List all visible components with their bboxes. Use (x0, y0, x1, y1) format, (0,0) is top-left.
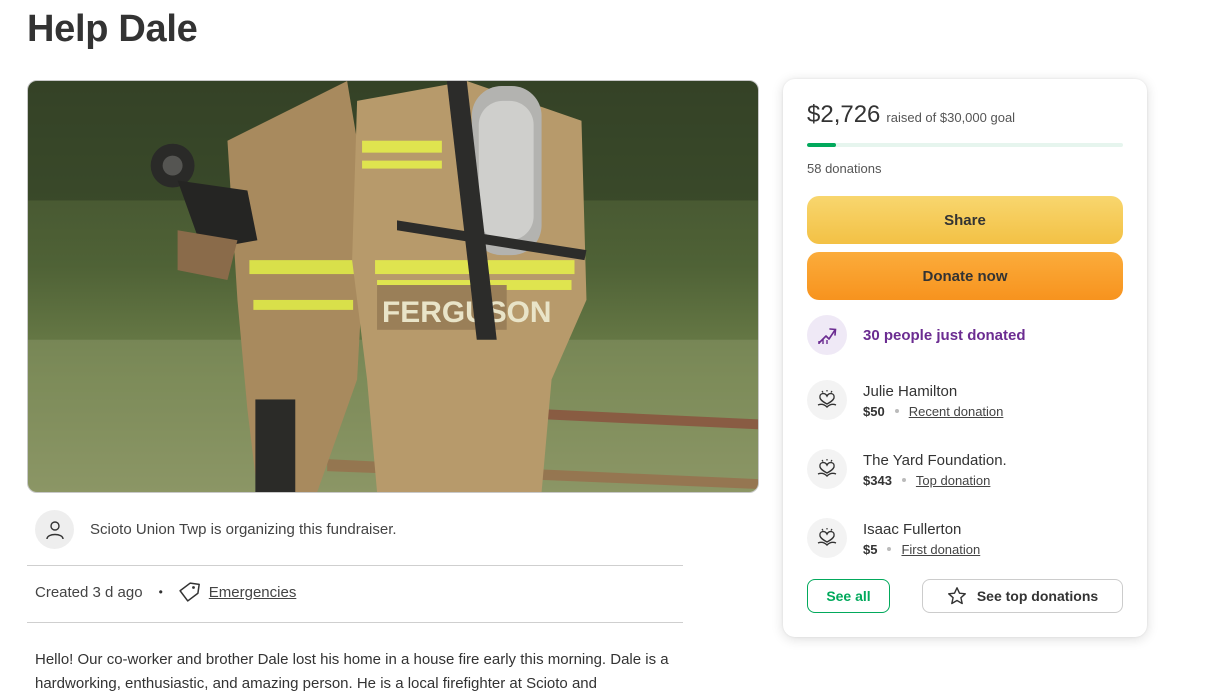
see-top-donations-label: See top donations (976, 588, 1099, 604)
see-top-donations-button[interactable]: See top donations (922, 579, 1123, 613)
nametag-text: FERGUSON (382, 296, 551, 329)
donor-item: The Yard Foundation. $343 Top donation (807, 449, 1007, 489)
recent-donations-trend: 30 people just donated (807, 315, 1026, 355)
divider (27, 622, 683, 623)
donor-icon-circle (807, 449, 847, 489)
campaign-story: Hello! Our co-worker and brother Dale lo… (35, 651, 669, 692)
donor-icon-circle (807, 518, 847, 558)
amount-raised-line: $2,726 raised of $30,000 goal (807, 101, 1015, 129)
amount-raised: $2,726 (807, 101, 881, 128)
meta-separator: • (158, 585, 163, 599)
firefighters-photo: FERGUSON (28, 81, 758, 492)
progress-bar (807, 143, 1123, 147)
donor-name: Julie Hamilton (863, 382, 958, 400)
campaign-meta: Created 3 d ago • Emergencies (35, 580, 296, 604)
donor-name: Isaac Fullerton (863, 520, 962, 538)
person-icon (45, 520, 64, 539)
heart-hand-icon (817, 459, 837, 477)
campaign-hero-image[interactable]: FERGUSON (27, 80, 759, 493)
trending-up-icon (818, 328, 837, 344)
donation-tag-link[interactable]: First donation (901, 542, 980, 557)
donation-tag-link[interactable]: Top donation (916, 473, 990, 488)
organizer-row: Scioto Union Twp is organizing this fund… (35, 510, 683, 549)
organizer-text: Scioto Union Twp is organizing this fund… (90, 521, 397, 538)
page-title: Help Dale (27, 8, 198, 50)
progress-fill (807, 143, 836, 147)
donation-card: $2,726 raised of $30,000 goal 58 donatio… (783, 79, 1147, 637)
donate-now-button[interactable]: Donate now (807, 252, 1123, 300)
donor-icon-circle (807, 380, 847, 420)
heart-hand-icon (817, 528, 837, 546)
tag-icon (179, 582, 200, 602)
created-time: Created 3 d ago (35, 583, 143, 601)
category-link[interactable]: Emergencies (209, 584, 297, 601)
trend-text: 30 people just donated (863, 326, 1026, 344)
donation-tag-link[interactable]: Recent donation (909, 404, 1004, 419)
separator-dot (887, 547, 892, 551)
divider (27, 565, 683, 566)
donor-item: Isaac Fullerton $5 First donation (807, 518, 980, 558)
goal-text: raised of $30,000 goal (886, 110, 1016, 125)
donor-amount: $5 (863, 541, 878, 557)
separator-dot (901, 478, 906, 482)
star-icon (947, 587, 966, 605)
donor-amount: $50 (863, 403, 885, 419)
donor-item: Julie Hamilton $50 Recent donation (807, 380, 1003, 420)
see-all-button[interactable]: See all (807, 579, 890, 613)
trend-icon-circle (807, 315, 847, 355)
donor-amount: $343 (863, 472, 892, 488)
donor-name: The Yard Foundation. (863, 451, 1007, 469)
donation-count: 58 donations (807, 161, 882, 176)
share-button[interactable]: Share (807, 196, 1123, 244)
heart-hand-icon (817, 390, 837, 408)
separator-dot (894, 409, 899, 413)
organizer-avatar (35, 510, 74, 549)
